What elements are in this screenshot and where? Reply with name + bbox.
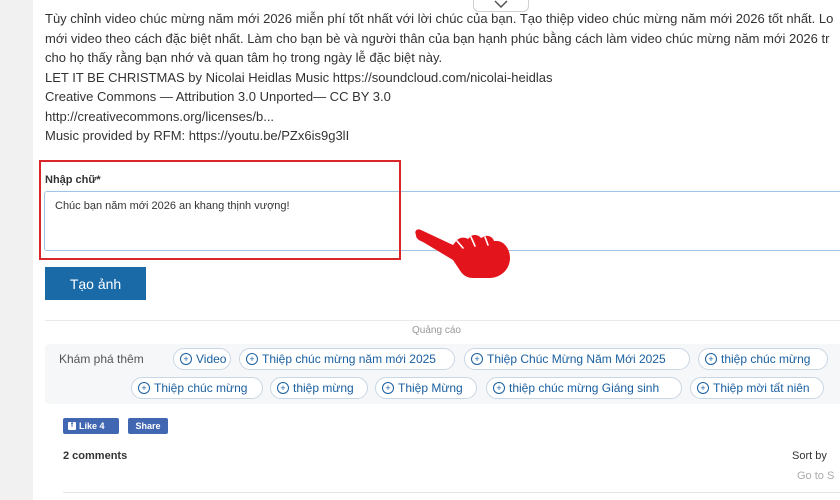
- description-line: Music provided by RFM: https://youtu.be/…: [45, 128, 350, 143]
- explore-chip[interactable]: + Thiệp chúc mừng: [131, 377, 263, 399]
- chip-label: thiệp mừng: [293, 381, 354, 395]
- explore-more-panel: Khám phá thêm + Video + Thiệp chúc mừng …: [45, 344, 840, 404]
- chip-label: Video: [196, 352, 227, 366]
- explore-chip[interactable]: + Thiệp mời tất niên: [690, 377, 824, 399]
- plus-circle-icon: +: [705, 353, 717, 365]
- sort-by-dropdown[interactable]: Sort by: [792, 450, 827, 462]
- chip-label: Thiệp Chúc Mừng Năm Mới 2025: [487, 352, 666, 366]
- plus-circle-icon: +: [697, 382, 709, 394]
- like-label: Like 4: [79, 421, 105, 431]
- explore-label: Khám phá thêm: [59, 352, 144, 366]
- plus-circle-icon: +: [493, 382, 505, 394]
- description-line: Tùy chỉnh video chúc mừng năm mới 2026 m…: [45, 11, 834, 26]
- create-image-button[interactable]: Tạo ảnh: [45, 267, 146, 300]
- explore-chip[interactable]: + thiệp chúc mừng Giáng sinh: [486, 377, 682, 399]
- comments-count: 2 comments: [63, 450, 128, 462]
- video-description: Tùy chỉnh video chúc mừng năm mới 2026 m…: [45, 9, 840, 146]
- facebook-share-button[interactable]: Share: [128, 418, 168, 434]
- pointing-hand-icon: [415, 229, 510, 278]
- description-line: Creative Commons — Attribution 3.0 Unpor…: [45, 89, 391, 104]
- thumbs-up-icon: f: [68, 422, 76, 430]
- description-line: mới video theo cách đặc biệt nhất. Làm c…: [45, 30, 830, 46]
- description-line: LET IT BE CHRISTMAS by Nicolai Heidlas M…: [45, 69, 553, 85]
- plus-circle-icon: +: [382, 382, 394, 394]
- explore-chip[interactable]: + Thiệp Chúc Mừng Năm Mới 2025: [464, 348, 690, 370]
- share-label: Share: [135, 421, 161, 431]
- explore-chip[interactable]: + Video: [173, 348, 231, 370]
- chip-label: thiệp chúc mừng: [721, 352, 811, 366]
- chip-label: Thiệp mời tất niên: [713, 381, 810, 395]
- explore-chip[interactable]: + thiệp mừng: [270, 377, 368, 399]
- section-divider: [45, 320, 840, 321]
- facebook-like-button[interactable]: f Like 4: [63, 418, 119, 434]
- chip-label: thiệp chúc mừng Giáng sinh: [509, 381, 660, 395]
- plus-circle-icon: +: [277, 382, 289, 394]
- plus-circle-icon: +: [246, 353, 258, 365]
- explore-chip[interactable]: + thiệp chúc mừng: [698, 348, 828, 370]
- chevron-down-icon: [494, 0, 508, 8]
- text-field-label: Nhập chữ*: [45, 174, 101, 186]
- plus-circle-icon: +: [471, 353, 483, 365]
- goto-text: Go to S: [797, 470, 835, 482]
- description-line: cho họ thấy rằng bạn nhớ và quan tâm họ …: [45, 50, 443, 65]
- explore-chip[interactable]: + Thiệp chúc mừng năm mới 2025: [239, 348, 455, 370]
- plus-circle-icon: +: [180, 353, 192, 365]
- description-line: http://creativecommons.org/licenses/b...: [45, 108, 275, 124]
- chip-label: Thiệp chúc mừng năm mới 2025: [262, 352, 436, 366]
- chip-label: Thiệp chúc mừng: [154, 381, 248, 395]
- left-gutter: [0, 0, 33, 500]
- plus-circle-icon: +: [138, 382, 150, 394]
- comments-divider: [63, 492, 840, 493]
- ad-label: Quảng cáo: [412, 325, 461, 336]
- page-content: Tùy chỉnh video chúc mừng năm mới 2026 m…: [33, 0, 840, 500]
- explore-chip[interactable]: + Thiệp Mừng: [375, 377, 477, 399]
- chip-label: Thiệp Mừng: [398, 381, 463, 395]
